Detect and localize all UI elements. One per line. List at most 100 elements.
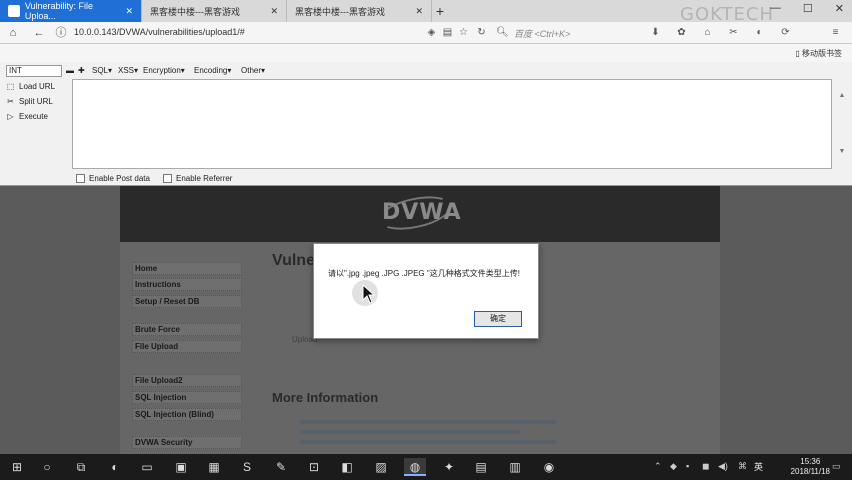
window-controls: — ☐ ✕ <box>770 2 844 15</box>
enable-referrer-label: Enable Referrer <box>176 174 233 183</box>
load-url-button[interactable]: ⬚ Load URL <box>6 82 55 91</box>
close-tab-icon[interactable]: ✕ <box>415 6 423 17</box>
minus-icon[interactable]: ▬ <box>66 66 74 75</box>
split-url-button[interactable]: ✂ Split URL <box>6 97 53 106</box>
menu-other[interactable]: Other▾ <box>241 66 265 75</box>
input-method-indicator[interactable]: 英 <box>754 460 763 473</box>
search-box[interactable]: 百度 <Ctrl+K> <box>514 27 570 40</box>
app-icon[interactable]: ▦ <box>205 458 223 476</box>
app-icon[interactable]: ✎ <box>272 458 290 476</box>
task-view-icon[interactable]: ⧉ <box>72 458 90 476</box>
nav-dvwa-security[interactable]: DVWA Security <box>132 436 242 449</box>
maximize-icon[interactable]: ☐ <box>803 2 813 15</box>
app-icon[interactable]: ✦ <box>440 458 458 476</box>
load-url-icon: ⬚ <box>6 82 15 91</box>
mobile-bookmarks[interactable]: ▯ 移动版书签 <box>795 48 842 59</box>
address-bar[interactable]: 10.0.0.143/DVWA/vulnerabilities/upload1/… <box>74 27 245 37</box>
back-icon[interactable]: ← <box>32 26 46 40</box>
hackbar-url-textarea[interactable] <box>72 79 832 169</box>
download-icon[interactable]: ⬇ <box>650 27 661 38</box>
app-icon[interactable]: S <box>238 458 256 476</box>
enable-post-data-label: Enable Post data <box>89 174 150 183</box>
network-icon[interactable]: ⌘ <box>738 461 747 472</box>
new-tab-button[interactable]: + <box>432 3 448 19</box>
sql-type-select[interactable]: INT <box>6 65 62 77</box>
app-icon[interactable]: ⊡ <box>305 458 323 476</box>
info-link[interactable] <box>300 430 520 434</box>
enable-post-data-checkbox[interactable]: Enable Post data <box>76 174 150 183</box>
tray-app-icon[interactable]: ▪ <box>686 461 689 471</box>
screenshot-icon[interactable]: ✂ <box>728 27 739 38</box>
nav-file-upload[interactable]: File Upload <box>132 340 242 353</box>
hackbar-scrollbar[interactable]: ▲ ▼ <box>838 92 846 172</box>
system-clock[interactable]: 15:36 2018/11/18 <box>791 457 830 477</box>
dialog-ok-button[interactable]: 确定 <box>474 311 522 327</box>
app-icon[interactable]: ▣ <box>172 458 190 476</box>
dialog-message: 请以".jpg .jpeg .JPG .JPEG "这几种格式文件类型上传! <box>328 269 520 278</box>
info-link[interactable] <box>300 420 556 424</box>
navigation-bar: ⌂ ← ⓘ 10.0.0.143/DVWA/vulnerabilities/up… <box>0 22 852 44</box>
bookmark-star-icon[interactable]: ☆ <box>458 27 469 38</box>
tray-app-icon[interactable]: ◼ <box>702 461 709 472</box>
nav-brute-force[interactable]: Brute Force <box>132 323 242 336</box>
menu-icon[interactable]: ≡ <box>830 27 841 38</box>
home-icon[interactable]: ⌂ <box>6 26 20 40</box>
bookmarks-bar: ▯ 移动版书签 <box>0 44 852 62</box>
dvwa-logo: DVWA <box>382 200 462 225</box>
close-tab-icon[interactable]: ✕ <box>125 6 133 17</box>
minimize-icon[interactable]: — <box>770 2 781 15</box>
nav-home[interactable]: Home <box>132 262 242 275</box>
app-icon[interactable]: ▨ <box>372 458 390 476</box>
hackbar-panel: INT ▬ ✚ SQL▾ XSS▾ Encryption▾ Encoding▾ … <box>0 62 852 186</box>
tab-dvwa[interactable]: Vulnerability: File Uploa... ✕ <box>0 0 142 22</box>
page-title: Vulne <box>272 252 315 269</box>
tab-strip: Vulnerability: File Uploa... ✕ 黑客楼中楼---黑… <box>0 0 852 25</box>
alert-dialog: 请以".jpg .jpeg .JPG .JPEG "这几种格式文件类型上传! 确… <box>313 243 539 339</box>
app-icon[interactable]: ◐ <box>106 458 124 476</box>
volume-icon[interactable]: ◀) <box>718 461 728 472</box>
menu-encoding[interactable]: Encoding▾ <box>194 66 231 75</box>
windows-start-icon[interactable]: ⊞ <box>8 458 26 476</box>
windows-taskbar: ⊞ ○ ⧉ ◐ ▭ ▣ ▦ S ✎ ⊡ ◧ ▨ ◍ ✦ ▤ ▥ ◉ ⌃ ◆ ▪ … <box>0 454 852 480</box>
notification-icon[interactable]: ▭ <box>832 461 841 472</box>
execute-button[interactable]: ▷ Execute <box>6 112 47 121</box>
nav-instructions[interactable]: Instructions <box>132 278 242 291</box>
nav-setup[interactable]: Setup / Reset DB <box>132 295 242 308</box>
load-url-label: Load URL <box>19 82 56 91</box>
nav-sql-injection[interactable]: SQL Injection <box>132 391 242 404</box>
app-icon[interactable]: ▥ <box>506 458 524 476</box>
nav-file-upload2[interactable]: File Upload2 <box>132 374 242 387</box>
app-icon[interactable]: ◉ <box>540 458 558 476</box>
cortana-icon[interactable]: ○ <box>38 458 56 476</box>
plus-icon[interactable]: ✚ <box>78 66 85 75</box>
enable-referrer-checkbox[interactable]: Enable Referrer <box>163 174 232 183</box>
tab-hacker-game-1[interactable]: 黑客楼中楼---黑客游戏 ✕ <box>142 0 287 22</box>
checkbox-box[interactable] <box>163 174 172 183</box>
checkbox-box[interactable] <box>76 174 85 183</box>
app-icon[interactable]: ▤ <box>472 458 490 476</box>
tray-app-icon[interactable]: ◆ <box>670 461 677 472</box>
nav-sql-injection-blind[interactable]: SQL Injection (Blind) <box>132 408 242 421</box>
info-link[interactable] <box>300 440 556 444</box>
addon-icon[interactable]: ◐ <box>754 27 765 38</box>
home-page-icon[interactable]: ⌂ <box>702 27 713 38</box>
app-icon[interactable]: ◧ <box>338 458 356 476</box>
close-tab-icon[interactable]: ✕ <box>270 6 278 17</box>
reload-icon[interactable]: ↻ <box>476 27 487 38</box>
sync-icon[interactable]: ⟳ <box>780 27 791 38</box>
shield-icon[interactable]: ◈ <box>426 27 437 38</box>
app-icon[interactable]: ▭ <box>138 458 156 476</box>
info-icon[interactable]: ⓘ <box>54 26 68 40</box>
extension-icon[interactable]: ✿ <box>676 27 687 38</box>
split-url-label: Split URL <box>19 97 53 106</box>
menu-xss[interactable]: XSS▾ <box>118 66 138 75</box>
close-window-icon[interactable]: ✕ <box>835 2 844 15</box>
menu-encryption[interactable]: Encryption▾ <box>143 66 185 75</box>
tray-expand-icon[interactable]: ⌃ <box>654 461 662 472</box>
mouse-cursor-icon <box>362 284 376 304</box>
dvwa-header: DVWA <box>120 186 720 242</box>
menu-sql[interactable]: SQL▾ <box>92 66 112 75</box>
tab-hacker-game-2[interactable]: 黑客楼中楼---黑客游戏 ✕ <box>287 0 432 22</box>
firefox-app-icon[interactable]: ◍ <box>404 458 426 476</box>
reader-icon[interactable]: ▤ <box>442 27 453 38</box>
